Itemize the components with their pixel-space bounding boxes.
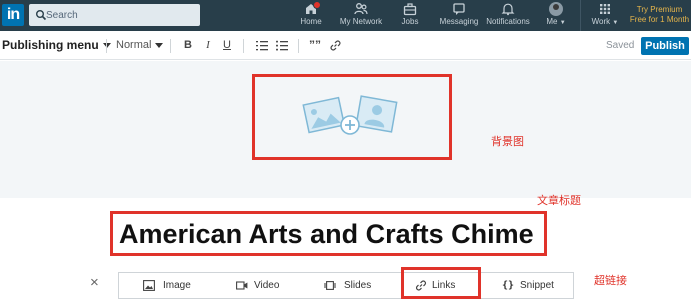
top-navigation-bar: in Home My Network Jobs Messaging Notifi… — [0, 0, 691, 31]
people-icon — [354, 3, 368, 15]
article-title[interactable]: American Arts and Crafts Chime — [119, 217, 534, 251]
publishing-menu-dropdown[interactable]: Publishing menu — [2, 31, 111, 60]
chevron-down-icon: ▼ — [612, 20, 619, 26]
search-box[interactable] — [29, 4, 200, 26]
grid-icon — [600, 4, 610, 14]
publish-button[interactable]: Publish — [641, 37, 689, 55]
avatar — [549, 2, 563, 16]
premium-line-2: Free for 1 Month — [629, 15, 690, 24]
nav-messaging-label: Messaging — [439, 17, 479, 26]
title-annotation-box: American Arts and Crafts Chime — [110, 211, 547, 256]
nav-jobs[interactable]: Jobs — [396, 2, 424, 30]
image-label: Image — [163, 280, 191, 291]
nav-messaging[interactable]: Messaging — [438, 2, 480, 30]
insert-slides-button[interactable]: Slides — [324, 273, 394, 298]
nav-notifications[interactable]: Notifications — [485, 2, 531, 30]
publishing-menu-label: Publishing menu — [2, 38, 99, 52]
notification-dot — [313, 1, 321, 9]
slides-label: Slides — [344, 280, 372, 291]
style-label: Normal — [116, 39, 152, 51]
quote-button[interactable]: ”” — [308, 31, 322, 60]
nav-me[interactable]: Me ▼ — [543, 2, 569, 30]
toolbar-divider — [170, 39, 171, 53]
toolbar-divider — [298, 39, 299, 53]
insert-video-button[interactable]: Video — [236, 273, 306, 298]
numbered-list-icon[interactable] — [256, 40, 268, 51]
bullet-list-icon[interactable] — [276, 40, 288, 51]
insert-snippet-button[interactable]: {} Snippet — [502, 273, 566, 298]
bell-icon — [501, 3, 515, 16]
video-label: Video — [254, 280, 280, 291]
message-icon — [453, 3, 465, 15]
slides-icon — [324, 281, 336, 290]
bold-button[interactable]: B — [181, 31, 195, 60]
links-annotation-label: 超链接 — [594, 274, 627, 287]
briefcase-icon — [403, 3, 417, 16]
insert-image-button[interactable]: Image — [143, 273, 223, 298]
nav-me-label: Me — [546, 17, 558, 26]
try-premium-link[interactable]: Try Premium Free for 1 Month — [628, 5, 691, 25]
nav-my-network[interactable]: My Network — [336, 2, 386, 30]
snippet-label: Snippet — [520, 280, 554, 291]
nav-notifications-label: Notifications — [486, 17, 530, 26]
style-dropdown[interactable]: Normal — [116, 31, 164, 60]
cover-annotation-box — [252, 74, 452, 160]
cover-image-area[interactable]: 背景图 — [0, 61, 691, 198]
links-annotation-box — [401, 267, 481, 299]
search-input[interactable] — [46, 4, 196, 26]
nav-home[interactable]: Home — [297, 1, 325, 30]
code-braces-icon: {} — [502, 280, 515, 291]
premium-line-1: Try Premium — [636, 5, 683, 14]
caret-down-icon — [155, 42, 164, 48]
media-insert-bar: Image Video Slides Links {} Snippet — [118, 272, 574, 299]
toolbar-divider — [106, 39, 107, 53]
editor-toolbar: Publishing menu Normal B I U ”” Saved Pu… — [0, 31, 691, 60]
nav-jobs-label: Jobs — [401, 17, 419, 26]
saved-status: Saved — [606, 40, 635, 51]
close-icon[interactable]: × — [90, 275, 99, 290]
chevron-down-icon: ▼ — [559, 20, 566, 26]
cover-annotation-label: 背景图 — [491, 135, 524, 148]
underline-button[interactable]: U — [220, 31, 234, 60]
italic-button[interactable]: I — [201, 31, 215, 60]
video-icon — [236, 281, 248, 290]
title-annotation-label: 文章标题 — [537, 194, 581, 207]
nav-work-label: Work — [591, 17, 611, 26]
link-icon[interactable] — [330, 40, 341, 51]
nav-divider — [580, 0, 581, 31]
image-icon — [143, 280, 155, 291]
linkedin-logo[interactable]: in — [2, 4, 24, 26]
add-cover-image-icon[interactable] — [300, 89, 400, 141]
nav-home-label: Home — [300, 17, 322, 26]
nav-work[interactable]: Work ▼ — [589, 2, 621, 30]
nav-my-network-label: My Network — [339, 17, 383, 26]
toolbar-divider — [243, 39, 244, 53]
